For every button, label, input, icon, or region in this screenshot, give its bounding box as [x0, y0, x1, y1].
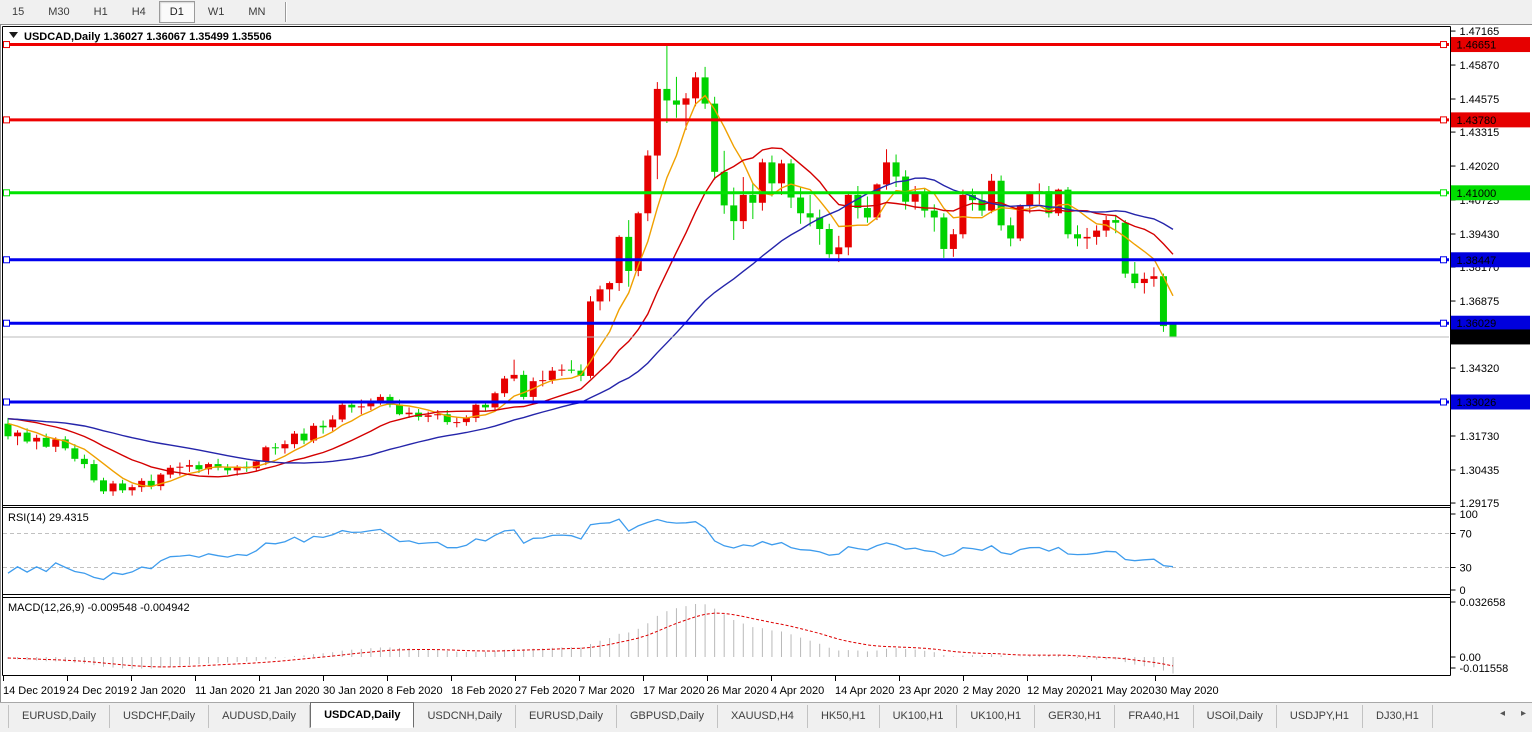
date-label: 2 Jan 2020	[131, 685, 185, 697]
hline-left-anchor[interactable]	[3, 319, 10, 327]
date-label: 11 Jan 2020	[195, 685, 255, 697]
svg-text:1.38447: 1.38447	[1457, 255, 1497, 267]
date-label: 8 Feb 2020	[387, 685, 443, 697]
date-label: 21 May 2020	[1091, 685, 1155, 697]
tab-hk50-8[interactable]: HK50,H1	[808, 705, 880, 728]
price-tick-label: 1.42020	[1460, 161, 1500, 173]
date-label: 18 Feb 2020	[451, 685, 513, 697]
price-badge-1.43780: 1.43780	[1451, 112, 1530, 128]
hline-right-anchor[interactable]	[1440, 256, 1447, 264]
price-tick-label: 1.30435	[1460, 465, 1500, 477]
price-badge-1.36029: 1.36029	[1451, 315, 1530, 331]
tab-uk100-9[interactable]: UK100,H1	[880, 705, 958, 728]
svg-text:1.33026: 1.33026	[1457, 397, 1497, 409]
price-tick-label: 1.39430	[1460, 229, 1500, 241]
hline-left-anchor[interactable]	[3, 256, 10, 264]
hline-right-anchor[interactable]	[1440, 189, 1447, 197]
svg-text:70: 70	[1460, 529, 1472, 541]
timeframe-button-h1[interactable]: H1	[83, 1, 119, 23]
timeframe-button-h4[interactable]: H4	[121, 1, 157, 23]
price-tick-label: 1.36875	[1460, 296, 1500, 308]
date-label: 30 May 2020	[1155, 685, 1219, 697]
timeframe-button-w1[interactable]: W1	[197, 1, 236, 23]
svg-text:1.35506: 1.35506	[1457, 332, 1497, 344]
price-tick-label: 1.45870	[1460, 60, 1500, 72]
date-label: 17 Mar 2020	[643, 685, 705, 697]
mt4-window: { "toolbar": { "items": [ {"label":"15",…	[0, 0, 1532, 732]
tab-gbpusd-6[interactable]: GBPUSD,Daily	[617, 705, 718, 728]
tab-fra40-12[interactable]: FRA40,H1	[1115, 705, 1194, 728]
date-label: 14 Dec 2019	[3, 685, 65, 697]
price-badge-1.33026: 1.33026	[1451, 394, 1530, 410]
chart-tabs: EURUSD,Daily USDCHF,Daily AUDUSD,Daily USDC…	[0, 702, 1433, 728]
timeframe-button-mn[interactable]: MN	[237, 1, 276, 23]
hline-right-anchor[interactable]	[1440, 319, 1447, 327]
chart-tab-bar: EURUSD,Daily USDCHF,Daily AUDUSD,Daily USDC…	[0, 702, 1532, 728]
tab-uk100-10[interactable]: UK100,H1	[957, 705, 1036, 728]
svg-text:1.46651: 1.46651	[1457, 40, 1497, 52]
price-tick-label: 1.44575	[1460, 94, 1500, 106]
hline-right-anchor[interactable]	[1440, 116, 1447, 124]
date-label: 2 May 2020	[963, 685, 1020, 697]
hline-left-anchor[interactable]	[3, 398, 10, 406]
svg-text:0: 0	[1460, 585, 1466, 597]
timeframe-button-m30[interactable]: M30	[37, 1, 80, 23]
date-label: 23 Apr 2020	[899, 685, 958, 697]
price-badge-1.46651: 1.46651	[1451, 37, 1530, 53]
chart-canvas[interactable]: 1.471651.458701.445751.433151.420201.407…	[0, 0, 1532, 732]
svg-text:-0.011558: -0.011558	[1460, 663, 1509, 675]
tab-xauusd-7[interactable]: XAUUSD,H4	[718, 705, 808, 728]
date-label: 21 Jan 2020	[259, 685, 320, 697]
tabs-scroll-left-icon[interactable]: ◂	[1500, 708, 1505, 719]
tab-audusd-2[interactable]: AUDUSD,Daily	[209, 705, 311, 728]
hline-left-anchor[interactable]	[3, 41, 10, 49]
date-label: 24 Dec 2019	[67, 685, 129, 697]
tab-ger30-11[interactable]: GER30,H1	[1035, 705, 1116, 728]
timeframe-button-d1[interactable]: D1	[158, 1, 195, 23]
tab-usdcad-3[interactable]: USDCAD,Daily	[310, 702, 415, 728]
hline-right-anchor[interactable]	[1440, 41, 1447, 49]
chart-title-ohlc: USDCAD,Daily 1.36027 1.36067 1.35499 1.3…	[24, 31, 272, 43]
tab-eurusd-5[interactable]: EURUSD,Daily	[516, 705, 617, 728]
chart-background	[0, 25, 1532, 702]
date-label: 30 Jan 2020	[323, 685, 384, 697]
macd-indicator-label: MACD(12,26,9) -0.009548 -0.004942	[8, 602, 190, 614]
hline-left-anchor[interactable]	[3, 116, 10, 124]
svg-text:100: 100	[1460, 509, 1478, 521]
toolbar-separator	[285, 2, 288, 22]
price-tick-label: 1.43315	[1460, 127, 1500, 139]
date-label: 26 Mar 2020	[707, 685, 769, 697]
date-label: 12 May 2020	[1027, 685, 1091, 697]
price-tick-label: 1.31730	[1460, 431, 1500, 443]
tabs-scroll-right-icon[interactable]: ▸	[1521, 708, 1526, 719]
price-badge-1.38447: 1.38447	[1451, 252, 1530, 268]
svg-text:1.41000: 1.41000	[1457, 188, 1497, 200]
hline-right-anchor[interactable]	[1440, 398, 1447, 406]
timeframe-buttons: 15 M30 H1 H4 D1 W1 MN	[0, 1, 277, 23]
svg-text:1.36029: 1.36029	[1457, 318, 1497, 330]
timeframe-button-15[interactable]: 15	[1, 1, 35, 23]
tab-eurusd-0[interactable]: EURUSD,Daily	[8, 705, 110, 728]
tab-usdjpy-14[interactable]: USDJPY,H1	[1277, 705, 1364, 728]
date-label: 7 Mar 2020	[579, 685, 635, 697]
svg-text:0.032658: 0.032658	[1460, 597, 1506, 609]
tab-usdcnh-4[interactable]: USDCNH,Daily	[414, 705, 517, 728]
svg-text:1.43780: 1.43780	[1457, 115, 1497, 127]
tab-usdchf-1[interactable]: USDCHF,Daily	[110, 705, 210, 728]
date-label: 27 Feb 2020	[515, 685, 577, 697]
svg-text:30: 30	[1460, 563, 1472, 575]
date-label: 14 Apr 2020	[835, 685, 894, 697]
price-badge-1.35506: 1.35506	[1451, 329, 1530, 345]
hline-left-anchor[interactable]	[3, 189, 10, 197]
price-tick-label: 1.47165	[1460, 26, 1500, 38]
tab-dj30-15[interactable]: DJ30,H1	[1363, 705, 1433, 728]
tab-usoil-13[interactable]: USOil,Daily	[1194, 705, 1277, 728]
date-label: 4 Apr 2020	[771, 685, 824, 697]
timeframe-toolbar: 15 M30 H1 H4 D1 W1 MN	[0, 0, 1532, 25]
price-badge-1.41000: 1.41000	[1451, 185, 1530, 201]
rsi-indicator-label: RSI(14) 29.4315	[8, 512, 89, 524]
price-tick-label: 1.34320	[1460, 363, 1500, 375]
